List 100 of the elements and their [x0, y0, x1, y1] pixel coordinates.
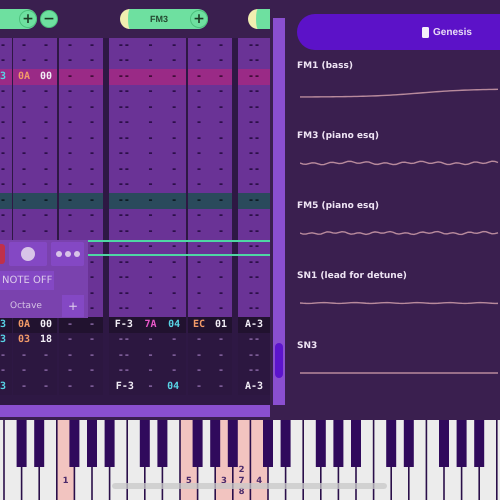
pattern-cell[interactable]: - -	[188, 364, 232, 379]
pattern-cell[interactable]: - -	[188, 332, 232, 348]
pattern-cell[interactable]: -	[0, 208, 12, 224]
pattern-cell[interactable]: --	[238, 84, 270, 100]
pattern-cell[interactable]: -- - -	[109, 255, 186, 270]
pattern-cell[interactable]: -- - -	[109, 100, 186, 116]
pattern-cell[interactable]: - -	[188, 255, 232, 270]
pattern-cell[interactable]: -- - -	[109, 178, 186, 193]
pattern-cell[interactable]: 3	[0, 69, 12, 84]
pattern-cell[interactable]: --	[238, 178, 270, 193]
pattern-cell[interactable]: --	[238, 100, 270, 116]
piano-key[interactable]	[104, 420, 115, 467]
piano-key[interactable]	[404, 420, 414, 467]
pattern-cell[interactable]: --	[238, 302, 270, 317]
pattern-cell[interactable]: -- - -	[109, 84, 186, 100]
piano-key[interactable]	[34, 420, 44, 467]
pattern-cell[interactable]: -	[0, 162, 12, 178]
more-icon[interactable]	[56, 251, 80, 257]
pattern-cell[interactable]: -- - -	[109, 146, 186, 162]
pattern-cell[interactable]: - -	[13, 116, 57, 131]
scrollbar[interactable]	[273, 18, 285, 405]
pattern-cell[interactable]: -- - -	[109, 162, 186, 178]
pattern-cell[interactable]: --	[238, 162, 270, 178]
piano-key[interactable]	[316, 420, 326, 467]
pattern-cell[interactable]: - -	[188, 131, 232, 146]
pattern-cell[interactable]: -	[0, 364, 12, 379]
pattern-cell[interactable]: F-3 - 04	[109, 379, 186, 394]
pattern-cell[interactable]: - -	[13, 364, 57, 379]
pattern-cell[interactable]: - -	[188, 162, 232, 178]
pattern-cell[interactable]: -	[0, 178, 12, 193]
scrollbar[interactable]	[112, 483, 387, 489]
pattern-cell[interactable]: - -	[59, 146, 103, 162]
pattern-cell[interactable]: --	[238, 208, 270, 224]
piano-key[interactable]	[456, 420, 467, 467]
pattern-cell[interactable]: 3	[0, 379, 12, 394]
piano-key[interactable]	[16, 420, 27, 467]
pattern-cell[interactable]: --	[238, 224, 270, 240]
pattern-cell[interactable]: 3	[0, 317, 12, 332]
pattern-cell[interactable]: - -	[13, 131, 57, 146]
pattern-cell[interactable]: - -	[59, 178, 103, 193]
pattern-cell[interactable]: 0A 00	[13, 69, 57, 84]
piano-key[interactable]	[386, 420, 396, 467]
pattern-cell[interactable]: - -	[59, 317, 103, 332]
pattern-cell[interactable]: - -	[59, 364, 103, 379]
pattern-cell[interactable]: -- - -	[109, 116, 186, 131]
pattern-cell[interactable]: - -	[59, 100, 103, 116]
pattern-cell[interactable]: -	[0, 100, 12, 116]
pattern-cell[interactable]: --	[238, 54, 270, 69]
pattern-cell[interactable]: - -	[188, 69, 232, 84]
pattern-cell[interactable]: --	[238, 332, 270, 348]
pattern-cell[interactable]: - -	[188, 193, 232, 208]
pattern-cell[interactable]: --	[238, 193, 270, 208]
circle-icon[interactable]	[21, 247, 36, 261]
add-button[interactable]: +	[190, 10, 208, 28]
add-button[interactable]: +	[19, 10, 37, 28]
pattern-cell[interactable]: --	[238, 255, 270, 270]
piano-key[interactable]	[333, 420, 344, 467]
pattern-cell[interactable]: - -	[59, 193, 103, 208]
pattern-cell[interactable]: -	[0, 193, 12, 208]
pattern-cell[interactable]: - -	[59, 379, 103, 394]
pattern-cell[interactable]: - -	[188, 224, 232, 240]
pattern-cell[interactable]: - -	[13, 162, 57, 178]
pattern-cell[interactable]: - -	[188, 84, 232, 100]
pattern-cell[interactable]: 3	[0, 332, 12, 348]
pattern-cell[interactable]: - -	[13, 100, 57, 116]
pattern-cell[interactable]: - -	[59, 69, 103, 84]
pattern-cell[interactable]: - -	[59, 54, 103, 69]
preset-button[interactable]: Genesis	[297, 14, 500, 50]
instrument-name[interactable]: FM1 (bass)	[297, 61, 353, 71]
pattern-cell[interactable]: A-3	[238, 379, 270, 394]
instrument-name[interactable]: SN1 (lead for detune)	[297, 271, 407, 281]
pattern-cell[interactable]: -	[0, 116, 12, 131]
pattern-cell[interactable]: - -	[188, 286, 232, 302]
instrument-name[interactable]: FM3 (piano esq)	[297, 131, 379, 141]
piano-key[interactable]	[140, 420, 150, 467]
pattern-cell[interactable]: - -	[13, 54, 57, 69]
pattern-cell[interactable]: -- - -	[109, 131, 186, 146]
pattern-cell[interactable]: 03 18	[13, 332, 57, 348]
pattern-cell[interactable]: 0A 00	[13, 317, 57, 332]
pattern-cell[interactable]: -	[0, 54, 12, 69]
note-off-button[interactable]: NOTE OFF	[0, 270, 54, 290]
pattern-cell[interactable]: - -	[59, 208, 103, 224]
piano-key[interactable]	[474, 420, 484, 467]
pattern-cell[interactable]: --	[238, 146, 270, 162]
pattern-cell[interactable]: - -	[188, 208, 232, 224]
pattern-cell[interactable]: -- - -	[109, 364, 186, 379]
pattern-cell[interactable]: - -	[13, 38, 57, 54]
pattern-cell[interactable]: - -	[188, 146, 232, 162]
pattern-cell[interactable]: -- - -	[109, 302, 186, 317]
pattern-cell[interactable]: --	[238, 116, 270, 131]
pattern-cell[interactable]: -- - -	[109, 208, 186, 224]
pattern-cell[interactable]: A-3	[238, 317, 270, 332]
pattern-cell[interactable]: -- - -	[109, 270, 186, 286]
pattern-cell[interactable]: - -	[13, 193, 57, 208]
pattern-cell[interactable]: - -	[13, 146, 57, 162]
pattern-cell[interactable]: -- - -	[109, 54, 186, 69]
remove-button[interactable]: −	[40, 10, 58, 28]
pattern-cell[interactable]: - -	[13, 224, 57, 240]
pattern-cell[interactable]: - -	[59, 131, 103, 146]
pattern-cell[interactable]: --	[238, 270, 270, 286]
